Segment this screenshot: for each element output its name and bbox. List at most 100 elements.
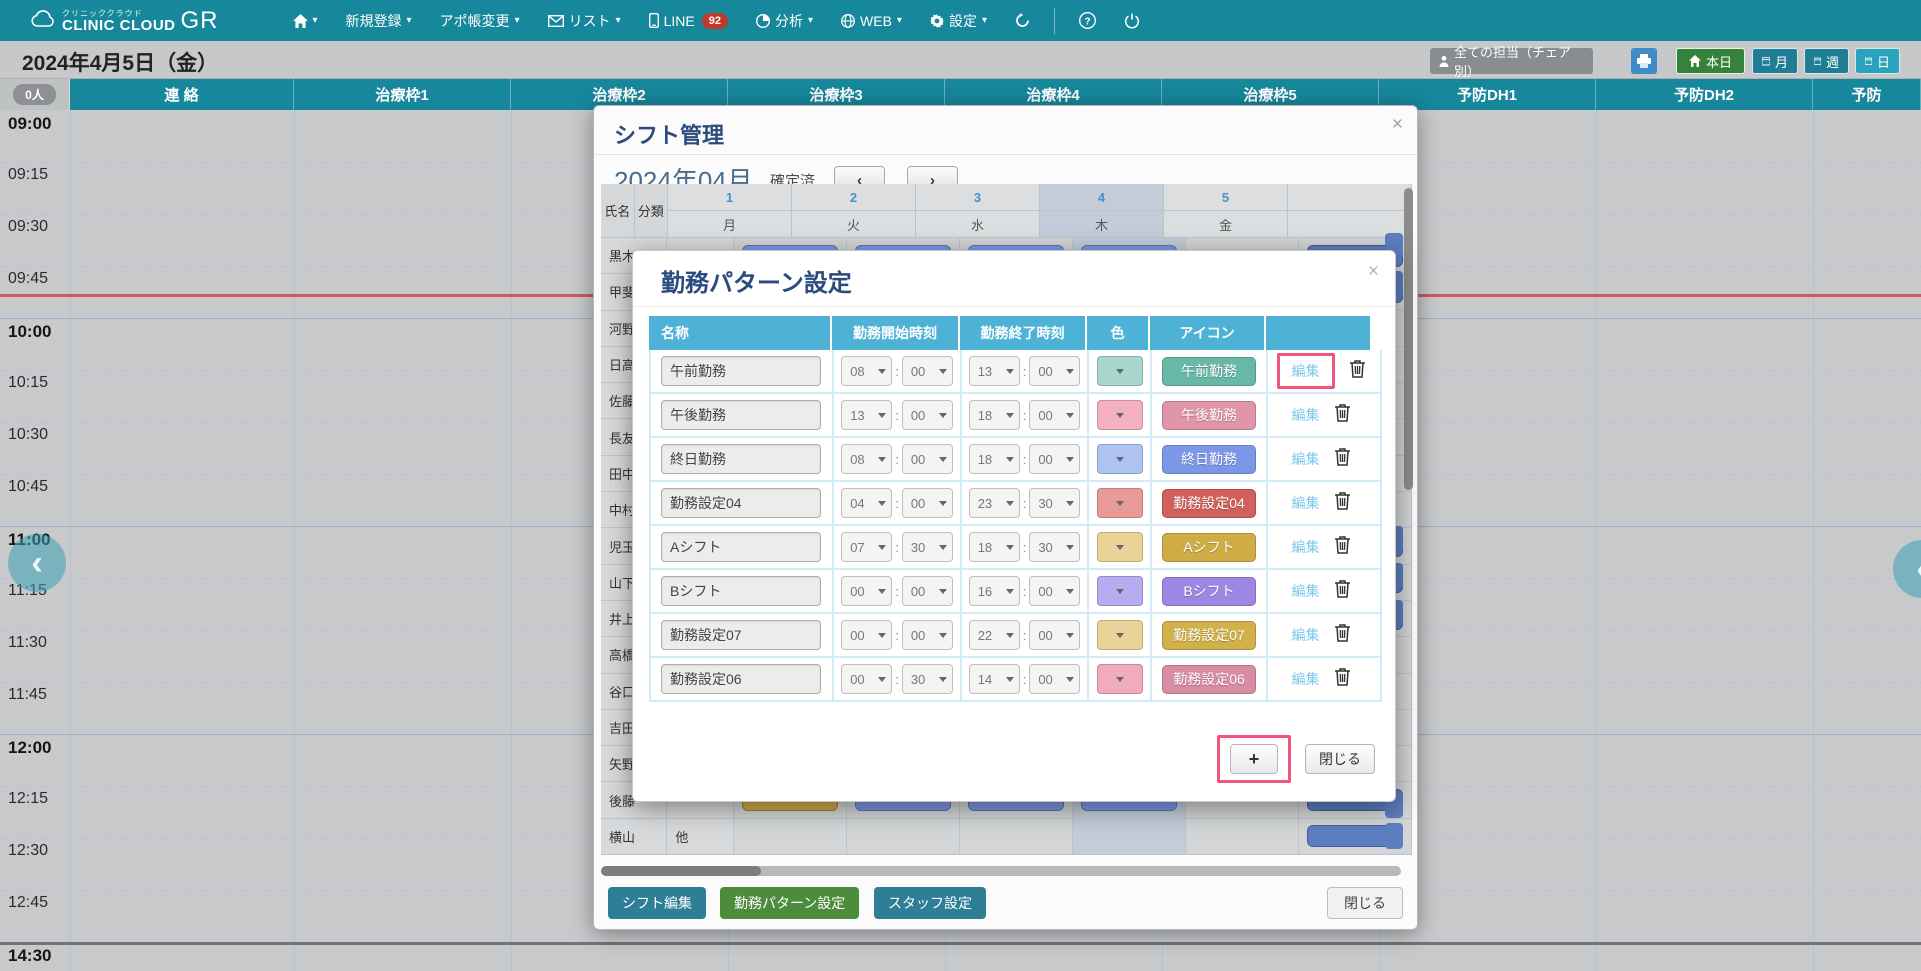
- end-minute-select[interactable]: 00: [1029, 620, 1080, 650]
- edit-link[interactable]: 編集: [1292, 449, 1320, 469]
- color-select[interactable]: [1097, 620, 1143, 650]
- nav-item-settings[interactable]: 設定▾: [916, 0, 1001, 41]
- start-hour-select[interactable]: 00: [841, 620, 892, 650]
- nav-item-power[interactable]: [1110, 0, 1154, 41]
- start-minute-select[interactable]: 00: [902, 488, 953, 518]
- pattern-name-input[interactable]: [661, 488, 821, 518]
- nav-item-line[interactable]: LINE92: [635, 0, 742, 41]
- shift-day-header[interactable]: 1月: [668, 184, 792, 238]
- footer-button-pattern-setting[interactable]: 勤務パターン設定: [720, 887, 859, 919]
- start-hour-select[interactable]: 04: [841, 488, 892, 518]
- footer-button-shift-edit[interactable]: シフト編集: [608, 887, 706, 919]
- end-minute-select[interactable]: 30: [1029, 488, 1080, 518]
- start-hour-select[interactable]: 00: [841, 664, 892, 694]
- start-minute-select[interactable]: 00: [902, 444, 953, 474]
- delete-button[interactable]: [1334, 447, 1351, 471]
- nav-item-refresh[interactable]: [1001, 0, 1044, 41]
- edit-link[interactable]: 編集: [1292, 363, 1320, 379]
- color-select[interactable]: [1097, 356, 1143, 386]
- edit-link[interactable]: 編集: [1292, 669, 1320, 689]
- end-minute-select[interactable]: 00: [1029, 664, 1080, 694]
- start-minute-select[interactable]: 30: [902, 532, 953, 562]
- end-hour-select[interactable]: 14: [969, 664, 1020, 694]
- shift-day-header[interactable]: 2火: [792, 184, 916, 238]
- nav-item-register[interactable]: 新規登録▾: [332, 0, 426, 41]
- edit-link[interactable]: 編集: [1292, 625, 1320, 645]
- color-select[interactable]: [1097, 532, 1143, 562]
- start-minute-select[interactable]: 00: [902, 400, 953, 430]
- shift-modal-close-button[interactable]: 閉じる: [1327, 887, 1403, 919]
- today-button[interactable]: 本日: [1676, 48, 1745, 74]
- delete-button[interactable]: [1334, 403, 1351, 427]
- edit-link[interactable]: 編集: [1292, 493, 1320, 513]
- end-hour-select[interactable]: 13: [969, 356, 1020, 386]
- pattern-modal-close-icon[interactable]: ×: [1368, 261, 1379, 283]
- end-hour-select[interactable]: 23: [969, 488, 1020, 518]
- edit-link[interactable]: 編集: [1292, 537, 1320, 557]
- color-select[interactable]: [1097, 400, 1143, 430]
- shift-day-cell[interactable]: [1186, 819, 1299, 855]
- shift-day-header[interactable]: 3水: [916, 184, 1040, 238]
- shift-day-cell[interactable]: [960, 819, 1073, 855]
- shift-day-header[interactable]: 5金: [1164, 184, 1288, 238]
- shift-table-hscrollbar[interactable]: [601, 866, 1401, 876]
- start-hour-select[interactable]: 08: [841, 356, 892, 386]
- nav-item-list[interactable]: リスト▾: [534, 0, 635, 41]
- shift-day-header[interactable]: 4木: [1040, 184, 1164, 238]
- pattern-name-input[interactable]: [661, 356, 821, 386]
- end-minute-select[interactable]: 30: [1029, 532, 1080, 562]
- end-minute-select[interactable]: 00: [1029, 444, 1080, 474]
- pattern-name-input[interactable]: [661, 444, 821, 474]
- page-left-arrow[interactable]: ‹: [8, 534, 66, 592]
- pattern-modal-close-button[interactable]: 閉じる: [1305, 744, 1375, 774]
- color-select[interactable]: [1097, 664, 1143, 694]
- app-logo[interactable]: クリニッククラウド CLINIC CLOUD GR: [30, 9, 219, 33]
- pattern-name-input[interactable]: [661, 664, 821, 694]
- pattern-name-input[interactable]: [661, 576, 821, 606]
- delete-button[interactable]: [1334, 579, 1351, 603]
- delete-button[interactable]: [1334, 623, 1351, 647]
- day-view-button[interactable]: 日: [1855, 48, 1900, 74]
- end-hour-select[interactable]: 18: [969, 532, 1020, 562]
- pattern-name-input[interactable]: [661, 620, 821, 650]
- edit-link[interactable]: 編集: [1292, 581, 1320, 601]
- shift-day-cell[interactable]: [1073, 819, 1186, 855]
- color-select[interactable]: [1097, 488, 1143, 518]
- delete-button[interactable]: [1334, 491, 1351, 515]
- color-select[interactable]: [1097, 576, 1143, 606]
- delete-button[interactable]: [1349, 359, 1366, 383]
- delete-button[interactable]: [1334, 535, 1351, 559]
- edit-link[interactable]: 編集: [1292, 405, 1320, 425]
- start-minute-select[interactable]: 00: [902, 356, 953, 386]
- nav-item-help[interactable]: ?: [1065, 0, 1110, 41]
- end-hour-select[interactable]: 16: [969, 576, 1020, 606]
- start-hour-select[interactable]: 13: [841, 400, 892, 430]
- end-minute-select[interactable]: 00: [1029, 356, 1080, 386]
- print-button[interactable]: [1631, 48, 1657, 74]
- shift-day-cell[interactable]: [847, 819, 960, 855]
- footer-button-staff-setting[interactable]: スタッフ設定: [874, 887, 986, 919]
- start-hour-select[interactable]: 08: [841, 444, 892, 474]
- pattern-name-input[interactable]: [661, 400, 821, 430]
- end-minute-select[interactable]: 00: [1029, 576, 1080, 606]
- week-view-button[interactable]: 週: [1804, 48, 1849, 74]
- start-minute-select[interactable]: 30: [902, 664, 953, 694]
- end-minute-select[interactable]: 00: [1029, 400, 1080, 430]
- end-hour-select[interactable]: 18: [969, 400, 1020, 430]
- start-hour-select[interactable]: 07: [841, 532, 892, 562]
- shift-modal-vscrollbar[interactable]: [1404, 188, 1413, 490]
- nav-item-apobook[interactable]: アポ帳変更▾: [426, 0, 534, 41]
- start-minute-select[interactable]: 00: [902, 576, 953, 606]
- shift-day-cell[interactable]: [734, 819, 847, 855]
- color-select[interactable]: [1097, 444, 1143, 474]
- shift-modal-close-icon[interactable]: ×: [1392, 114, 1403, 136]
- end-hour-select[interactable]: 18: [969, 444, 1020, 474]
- nav-item-home[interactable]: ▾: [279, 0, 332, 41]
- add-pattern-button[interactable]: +: [1230, 744, 1278, 774]
- end-hour-select[interactable]: 22: [969, 620, 1020, 650]
- pattern-name-input[interactable]: [661, 532, 821, 562]
- start-minute-select[interactable]: 00: [902, 620, 953, 650]
- nav-item-analysis[interactable]: 分析▾: [742, 0, 827, 41]
- month-view-button[interactable]: 月: [1752, 48, 1798, 74]
- nav-item-web[interactable]: WEB▾: [827, 0, 916, 41]
